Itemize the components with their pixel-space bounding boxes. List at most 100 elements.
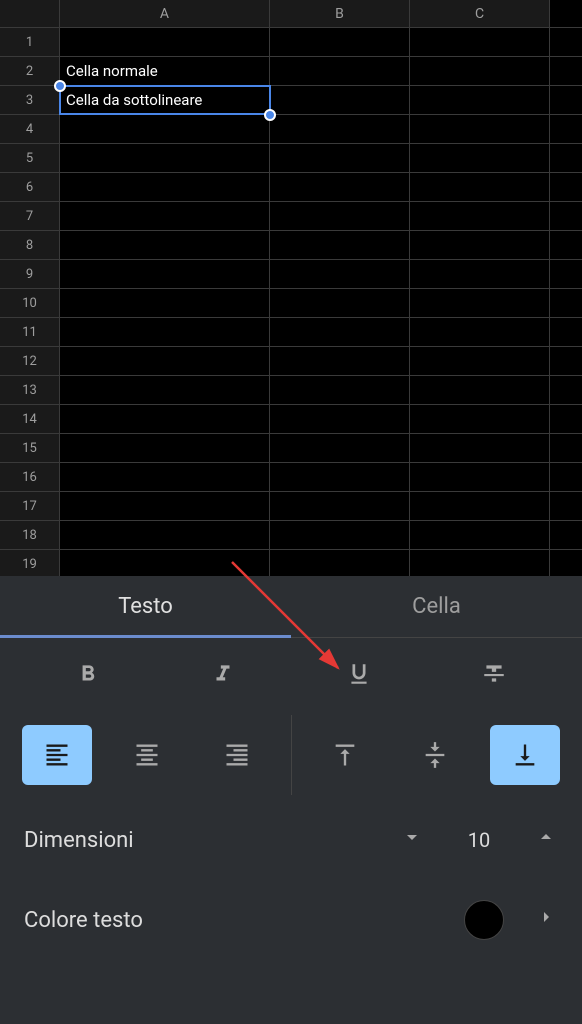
cell-b4[interactable] [270,115,410,143]
chevron-right-icon [534,905,558,929]
cell-a5[interactable] [60,144,270,172]
row-header-9[interactable]: 9 [0,260,60,288]
valign-middle-button[interactable] [400,725,470,785]
cell-c14[interactable] [410,405,550,433]
text-color-row[interactable]: Colore testo [0,880,582,960]
row-header-16[interactable]: 16 [0,463,60,491]
cell-b16[interactable] [270,463,410,491]
row-header-18[interactable]: 18 [0,521,60,549]
cell-a6[interactable] [60,173,270,201]
bold-button[interactable] [58,649,118,699]
row-header-3[interactable]: 3 [0,86,60,114]
cell-a12[interactable] [60,347,270,375]
cell-a3[interactable]: Cella da sottolineare [60,86,270,114]
align-left-button[interactable] [22,725,92,785]
size-increase-button[interactable] [534,825,558,855]
cell-b11[interactable] [270,318,410,346]
cell-c3[interactable] [410,86,550,114]
row-header-19[interactable]: 19 [0,550,60,578]
cell-c12[interactable] [410,347,550,375]
text-color-open-button[interactable] [534,905,558,935]
row-header-8[interactable]: 8 [0,231,60,259]
cell-b8[interactable] [270,231,410,259]
tab-cell[interactable]: Cella [291,576,582,637]
italic-button[interactable] [193,649,253,699]
cell-a19[interactable] [60,550,270,578]
align-center-button[interactable] [112,725,182,785]
cell-a1[interactable] [60,28,270,56]
row-header-2[interactable]: 2 [0,57,60,85]
cell-b1[interactable] [270,28,410,56]
row-header-17[interactable]: 17 [0,492,60,520]
cell-c4[interactable] [410,115,550,143]
column-header-b[interactable]: B [270,0,410,27]
cell-c2[interactable] [410,57,550,85]
cell-a8[interactable] [60,231,270,259]
row-header-4[interactable]: 4 [0,115,60,143]
strikethrough-button[interactable] [464,649,524,699]
cell-c16[interactable] [410,463,550,491]
chevron-down-icon [400,825,424,849]
row-header-6[interactable]: 6 [0,173,60,201]
cell-b9[interactable] [270,260,410,288]
row-header-5[interactable]: 5 [0,144,60,172]
row-header-11[interactable]: 11 [0,318,60,346]
align-right-button[interactable] [202,725,272,785]
cell-b3[interactable] [270,86,410,114]
cell-b17[interactable] [270,492,410,520]
cell-a18[interactable] [60,521,270,549]
cell-a2[interactable]: Cella normale [60,57,270,85]
cell-b18[interactable] [270,521,410,549]
cell-c1[interactable] [410,28,550,56]
cell-b7[interactable] [270,202,410,230]
column-header-a[interactable]: A [60,0,270,27]
cell-a16[interactable] [60,463,270,491]
tab-text[interactable]: Testo [0,576,291,637]
cell-b12[interactable] [270,347,410,375]
cell-c15[interactable] [410,434,550,462]
cell-b10[interactable] [270,289,410,317]
valign-bottom-button[interactable] [490,725,560,785]
cell-c10[interactable] [410,289,550,317]
underline-button[interactable] [329,649,389,699]
cell-a4[interactable] [60,115,270,143]
cell-c19[interactable] [410,550,550,578]
cell-b19[interactable] [270,550,410,578]
cell-a9[interactable] [60,260,270,288]
cell-c13[interactable] [410,376,550,404]
cell-c17[interactable] [410,492,550,520]
row-header-13[interactable]: 13 [0,376,60,404]
cell-a13[interactable] [60,376,270,404]
cell-b5[interactable] [270,144,410,172]
cell-b6[interactable] [270,173,410,201]
cell-b13[interactable] [270,376,410,404]
cell-a17[interactable] [60,492,270,520]
cell-a11[interactable] [60,318,270,346]
selection-handle-br[interactable] [264,109,276,121]
cell-c6[interactable] [410,173,550,201]
cell-b14[interactable] [270,405,410,433]
row-header-10[interactable]: 10 [0,289,60,317]
cell-c7[interactable] [410,202,550,230]
column-header-c[interactable]: C [410,0,550,27]
cell-a15[interactable] [60,434,270,462]
cell-c8[interactable] [410,231,550,259]
cell-b15[interactable] [270,434,410,462]
select-all-corner[interactable] [0,0,60,27]
cell-b2[interactable] [270,57,410,85]
row-header-7[interactable]: 7 [0,202,60,230]
row-header-15[interactable]: 15 [0,434,60,462]
cell-c9[interactable] [410,260,550,288]
row-header-1[interactable]: 1 [0,28,60,56]
cell-c5[interactable] [410,144,550,172]
size-decrease-button[interactable] [400,825,424,855]
cell-c11[interactable] [410,318,550,346]
valign-top-button[interactable] [310,725,380,785]
cell-a14[interactable] [60,405,270,433]
row-header-14[interactable]: 14 [0,405,60,433]
row-header-12[interactable]: 12 [0,347,60,375]
cell-a10[interactable] [60,289,270,317]
cell-a7[interactable] [60,202,270,230]
selection-handle-tl[interactable] [54,80,66,92]
cell-c18[interactable] [410,521,550,549]
